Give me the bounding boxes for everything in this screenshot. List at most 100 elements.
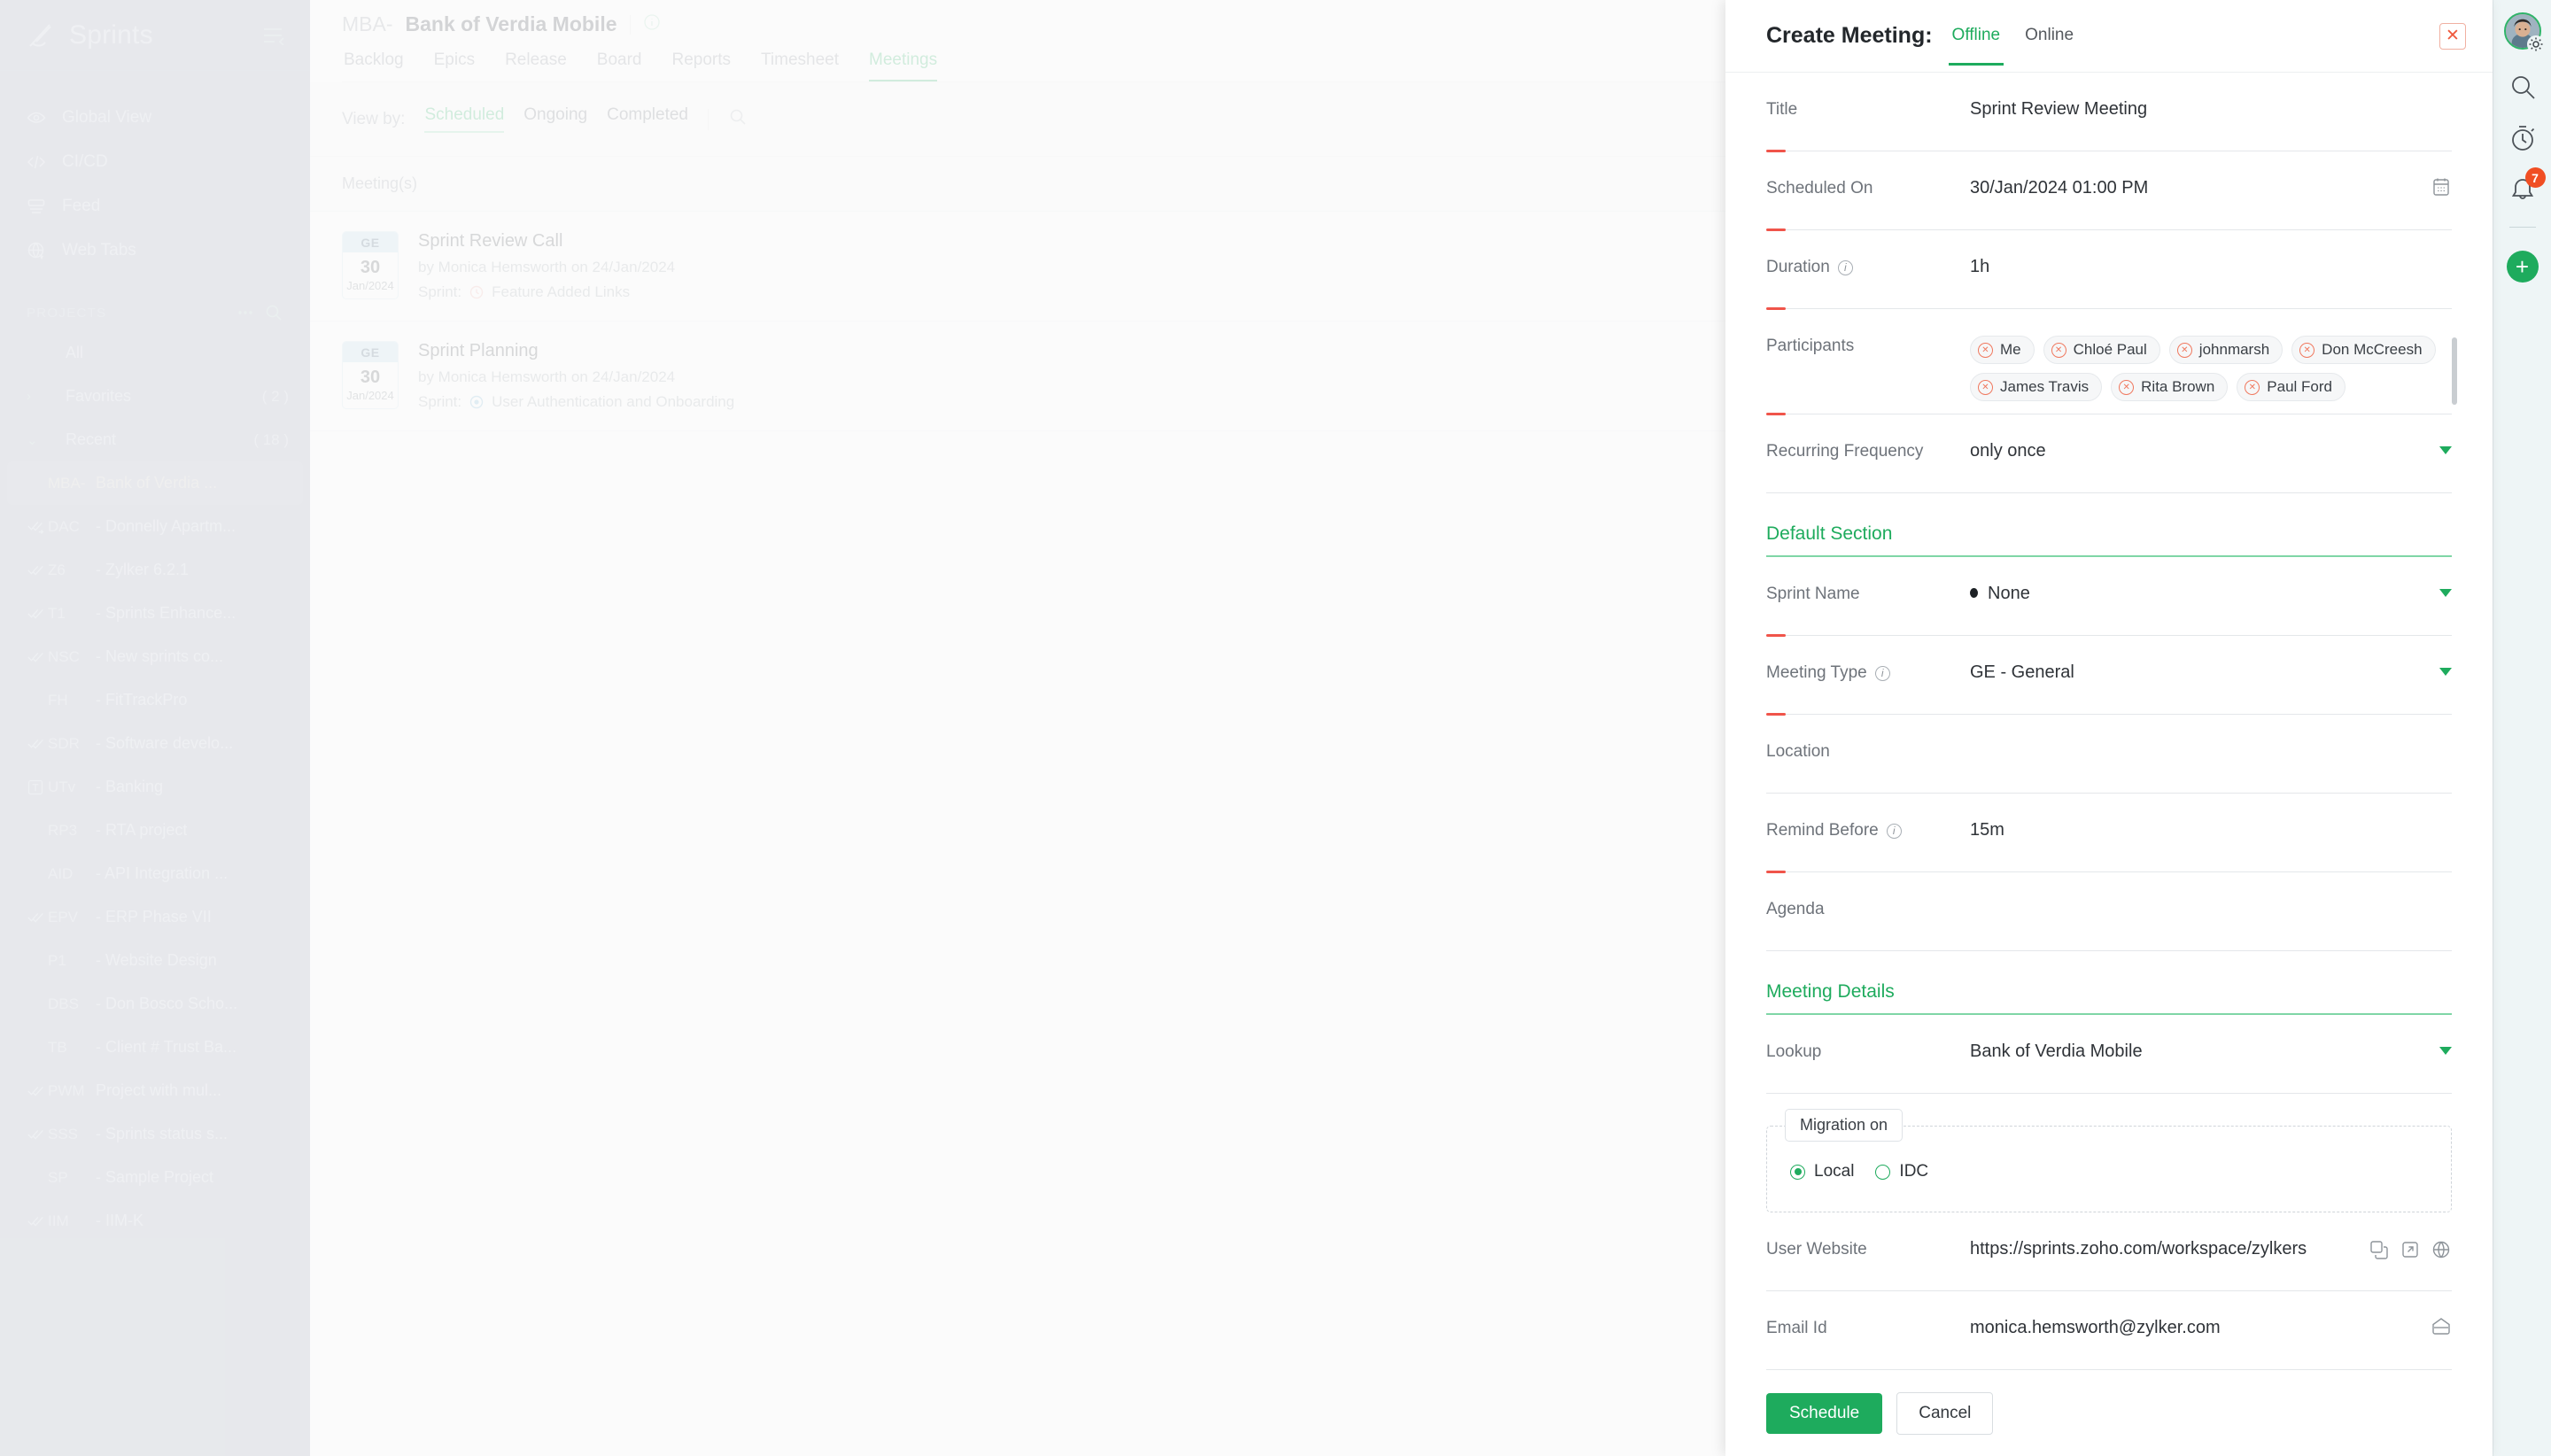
sidebar-project-pwm[interactable]: PWM Project with mul... xyxy=(0,1069,310,1112)
radio-local[interactable]: Local xyxy=(1790,1162,1854,1181)
sidebar-project-dbs[interactable]: DBS - Don Bosco Scho... xyxy=(0,982,310,1026)
search-icon[interactable] xyxy=(2508,73,2537,101)
chevron-down-icon[interactable] xyxy=(2439,589,2452,597)
cancel-button[interactable]: Cancel xyxy=(1896,1392,1994,1435)
remove-chip-icon[interactable]: ✕ xyxy=(2119,379,2135,395)
close-icon[interactable]: ✕ xyxy=(2439,22,2466,50)
search-icon[interactable] xyxy=(728,107,748,131)
sidebar-project-mba[interactable]: MBA- Bank of Verdia ... xyxy=(7,461,303,505)
project-group-favorites[interactable]: › Favorites ( 2 ) xyxy=(0,375,310,418)
sidebar-project-dac[interactable]: DAC - Donnelly Apartm... xyxy=(0,505,310,548)
participant-name: Me xyxy=(2000,341,2021,358)
sidebar-project-z6[interactable]: Z6 - Zylker 6.2.1 xyxy=(0,548,310,592)
radio-idc[interactable]: IDC xyxy=(1875,1162,1928,1181)
remove-chip-icon[interactable]: ✕ xyxy=(2176,342,2192,358)
open-external-icon[interactable] xyxy=(2400,1239,2421,1260)
sidebar-project-fh[interactable]: FH - FitTrackPro xyxy=(0,678,310,722)
sidebar-project-tb[interactable]: TB - Client # Trust Ba... xyxy=(0,1026,310,1069)
sprint-name-select[interactable]: None xyxy=(1970,582,2439,604)
field-label: Meeting Type i xyxy=(1766,661,1970,683)
email-id-input[interactable]: monica.hemsworth@zylker.com xyxy=(1970,1316,2431,1338)
info-circle-icon[interactable]: i xyxy=(1837,259,1853,275)
participant-chip[interactable]: ✕ Don McCreesh xyxy=(2291,336,2436,364)
info-circle-icon[interactable]: i xyxy=(1886,823,1902,839)
sidebar-project-epv[interactable]: EPV - ERP Phase VII xyxy=(0,895,310,939)
sidebar-item-global-view[interactable]: Global View xyxy=(0,96,310,140)
lookup-select[interactable]: Bank of Verdia Mobile xyxy=(1970,1040,2439,1062)
sidebar-item-web-tabs[interactable]: Web Tabs xyxy=(0,228,310,273)
ellipsis-icon[interactable] xyxy=(236,303,255,322)
participant-chip[interactable]: ✕ Me xyxy=(1970,336,2035,364)
sidebar-item-feed[interactable]: Feed xyxy=(0,184,310,228)
sprint-name[interactable]: Feature Added Links xyxy=(492,283,630,301)
chevron-down-icon[interactable] xyxy=(2439,446,2452,454)
chevron-down-icon[interactable] xyxy=(2439,1047,2452,1055)
participant-chip[interactable]: ✕ johnmarsh xyxy=(2168,336,2283,364)
sidebar-project-nsc[interactable]: NSC - New sprints co... xyxy=(0,635,310,678)
tab-board[interactable]: Board xyxy=(597,50,642,81)
sidebar-project-p1[interactable]: P1 - Website Design xyxy=(0,939,310,982)
recurring-frequency-select[interactable]: only once xyxy=(1970,439,2439,461)
participants-input[interactable]: ✕ Me ✕ Chloé Paul ✕ johnmarsh ✕ Don McCreesh… xyxy=(1970,334,2457,405)
gear-icon[interactable] xyxy=(2526,35,2545,53)
participant-chip[interactable]: ✕ Chloé Paul xyxy=(2043,336,2160,364)
remove-chip-icon[interactable]: ✕ xyxy=(2299,342,2315,358)
user-website-input[interactable]: https://sprints.zoho.com/workspace/zylke… xyxy=(1970,1237,2369,1259)
meeting-type-select[interactable]: GE - General xyxy=(1970,661,2439,683)
sprint-name[interactable]: User Authentication and Onboarding xyxy=(492,393,734,411)
right-rail: 7 + xyxy=(2493,0,2551,1456)
collapse-sidebar-icon[interactable] xyxy=(260,26,285,46)
duration-input[interactable]: 1h xyxy=(1970,255,2452,277)
calendar-icon[interactable] xyxy=(2431,176,2452,197)
tab-backlog[interactable]: Backlog xyxy=(344,50,404,81)
participant-chip[interactable]: ✕ James Travis xyxy=(1970,373,2103,401)
location-input[interactable] xyxy=(1970,740,2452,741)
filter-completed[interactable]: Completed xyxy=(607,105,688,133)
project-group-recent[interactable]: ⌄ Recent ( 18 ) xyxy=(0,418,310,461)
tab-reports[interactable]: Reports xyxy=(672,50,732,81)
agenda-input[interactable] xyxy=(1970,897,2452,899)
remove-chip-icon[interactable]: ✕ xyxy=(2051,342,2066,358)
copy-icon[interactable] xyxy=(2369,1239,2390,1260)
sidebar-project-sdr[interactable]: SDR - Software develo... xyxy=(0,722,310,765)
double-check-icon xyxy=(27,604,48,623)
participants-scrollbar[interactable] xyxy=(2452,337,2457,405)
title-input[interactable]: Sprint Review Meeting xyxy=(1970,97,2452,120)
sidebar-project-t1[interactable]: T1 - Sprints Enhance... xyxy=(0,592,310,635)
sidebar-project-aid[interactable]: AID - API Integration ... xyxy=(0,852,310,895)
remove-chip-icon[interactable]: ✕ xyxy=(1978,342,1993,358)
remove-chip-icon[interactable]: ✕ xyxy=(2245,379,2260,395)
info-circle-icon[interactable]: i xyxy=(1874,665,1890,681)
remove-chip-icon[interactable]: ✕ xyxy=(1978,379,1993,395)
filter-scheduled[interactable]: Scheduled xyxy=(424,105,505,133)
remind-before-input[interactable]: 15m xyxy=(1970,818,2452,840)
participant-chip[interactable]: ✕ Rita Brown xyxy=(2111,373,2229,401)
participant-chip[interactable]: ✕ Paul Ford xyxy=(2237,373,2346,401)
sidebar-project-utv[interactable]: UTv - Banking xyxy=(0,765,310,809)
envelope-icon[interactable] xyxy=(2431,1316,2452,1337)
mode-tab-online[interactable]: Online xyxy=(2021,6,2077,66)
globe-icon[interactable] xyxy=(2431,1239,2452,1260)
search-icon[interactable] xyxy=(264,303,283,322)
project-group-all[interactable]: All xyxy=(0,331,310,375)
tab-timesheet[interactable]: Timesheet xyxy=(761,50,839,81)
sidebar-project-sp[interactable]: SP - Sample Project xyxy=(0,1156,310,1199)
avatar[interactable] xyxy=(2503,12,2545,53)
sidebar-project-sss[interactable]: SSS - Sprints status s... xyxy=(0,1112,310,1156)
info-circle-icon[interactable] xyxy=(643,13,661,35)
sidebar-project-rp3[interactable]: RP3 - RTA project xyxy=(0,809,310,852)
sidebar-project-iim[interactable]: IIM - IIM-K xyxy=(0,1199,310,1243)
field-label: Location xyxy=(1766,742,1830,761)
sidebar-item-cicd[interactable]: CI/CD xyxy=(0,140,310,184)
chevron-down-icon[interactable] xyxy=(2439,668,2452,676)
stopwatch-icon[interactable] xyxy=(2508,124,2537,152)
mode-tab-offline[interactable]: Offline xyxy=(1948,6,2004,66)
filter-ongoing[interactable]: Ongoing xyxy=(523,105,587,133)
add-button[interactable]: + xyxy=(2506,251,2539,283)
tab-epics[interactable]: Epics xyxy=(434,50,475,81)
scheduled-on-input[interactable]: 30/Jan/2024 01:00 PM xyxy=(1970,176,2431,198)
tab-meetings[interactable]: Meetings xyxy=(869,50,938,81)
tab-release[interactable]: Release xyxy=(505,50,567,81)
bell-icon[interactable]: 7 xyxy=(2508,167,2546,204)
schedule-button[interactable]: Schedule xyxy=(1766,1393,1883,1434)
